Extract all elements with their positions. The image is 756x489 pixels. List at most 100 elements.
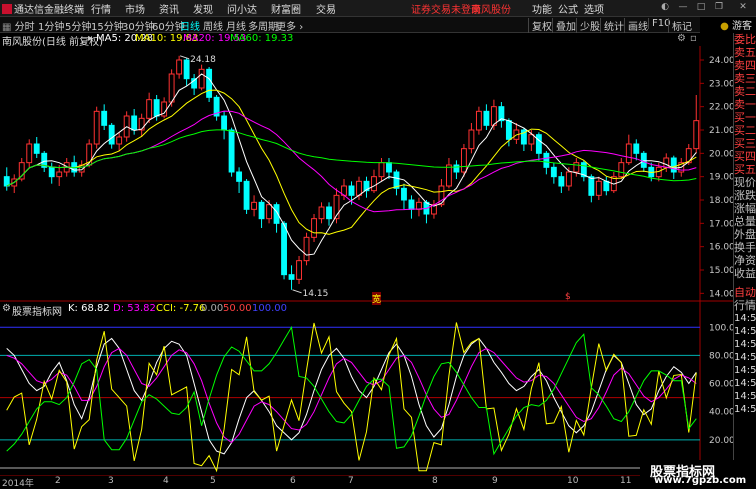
side-time: 14:56 (734, 404, 756, 415)
cci-value: CCI: -7.76 (156, 303, 206, 314)
level-100: 100.00 (252, 303, 287, 314)
side-time: 14:56 (734, 313, 756, 324)
candle-body (138, 117, 145, 131)
close-icon[interactable]: ✕ (738, 2, 748, 12)
date-label: 11 (620, 476, 632, 486)
price-tick-label: 21.00 (709, 126, 733, 136)
date-label: 6 (290, 476, 296, 486)
event-marker-2[interactable]: $ (565, 292, 571, 302)
high-label: 24.18 (190, 55, 216, 65)
candle-body (558, 176, 565, 187)
candle-body (303, 236, 310, 262)
ma5-line (6, 73, 697, 256)
candle-body (206, 68, 213, 98)
side-label: 买四 (734, 150, 756, 163)
candle-body (625, 143, 632, 164)
side-time: 14:56 (734, 378, 756, 389)
side-label: 委比 (734, 33, 756, 46)
indicator-tick-label: 60.00 (709, 380, 733, 390)
date-axis: 2014年 2 3 4 5 6 7 8 9 10 11 (0, 476, 700, 489)
candle-body (198, 68, 205, 89)
candle-body (663, 157, 670, 168)
candle-body (326, 206, 332, 220)
low-label: 14.15 (303, 289, 329, 299)
side-label: 净资 (734, 254, 756, 267)
event-marker-1[interactable]: 宽 (372, 292, 382, 305)
price-tick-label: 18.00 (709, 196, 733, 206)
date-label: 4 (163, 476, 169, 486)
side-quotes[interactable]: 行情 (734, 299, 756, 312)
guest-label: 游客 (732, 21, 752, 32)
aux-line (6, 325, 697, 456)
side-label: 卖四 (734, 59, 756, 72)
d-value: D: 53.82 (113, 303, 156, 314)
candle-body (146, 99, 153, 119)
price-tick-label: 22.00 (709, 103, 733, 113)
date-label: 7 (348, 476, 354, 486)
side-auto[interactable]: 自动 (734, 286, 756, 299)
side-time: 14:56 (734, 326, 756, 337)
indicator-name: 股票指标网 (12, 307, 62, 318)
candle-body (56, 171, 63, 178)
candle-body (588, 176, 595, 196)
date-label: 9 (492, 476, 498, 486)
candle-body (33, 143, 40, 154)
date-label: 2014年 (2, 479, 34, 489)
candle-body (183, 59, 190, 80)
candle-body (266, 204, 272, 220)
side-label: 卖三 (734, 72, 756, 85)
k-value: K: 68.82 (68, 303, 110, 314)
kline-chart[interactable]: 24.00 23.00 22.00 21.00 20.00 19.00 18.00 17.00… (0, 0, 733, 476)
candle-body (101, 110, 108, 126)
candle-body (281, 222, 287, 276)
indicator-panel: 100.00 80.00 60.00 40.00 20.00 (0, 322, 733, 473)
indicator-tick-label: 40.00 (709, 408, 733, 418)
side-label: 外盘 (734, 228, 756, 241)
d-line (6, 347, 697, 444)
candle-body (296, 260, 302, 280)
candle-body (408, 199, 415, 210)
candle-body (633, 143, 640, 154)
side-label: 收益 (734, 267, 756, 280)
candle-body (595, 180, 602, 196)
candle-body (356, 180, 362, 196)
candle-body (475, 110, 482, 131)
candle-body (168, 73, 175, 103)
watermark: 股票指标网 www.7gpzb.com (640, 460, 756, 487)
candle-body (618, 162, 625, 178)
date-label: 2 (55, 476, 61, 486)
candle-body (153, 99, 160, 117)
side-label: 总量 (734, 215, 756, 228)
candle-body (378, 162, 385, 178)
side-label: 买三 (734, 137, 756, 150)
candle-body (453, 164, 460, 173)
candle-body (228, 129, 235, 173)
candle-body (48, 166, 55, 178)
candle-body (505, 120, 512, 140)
side-time: 14:56 (734, 352, 756, 363)
candle-body (693, 120, 700, 150)
date-label: 10 (567, 476, 579, 486)
candle-body (468, 129, 475, 150)
chart-grid (0, 46, 733, 476)
candle-body (371, 176, 377, 192)
date-label: 3 (108, 476, 114, 486)
candle-body (236, 171, 243, 182)
price-tick-label: 14.00 (709, 289, 733, 299)
candle-body (18, 162, 25, 180)
indicator-tick-label: 20.00 (709, 436, 733, 446)
candle-body (603, 180, 610, 192)
high-pointer (179, 55, 190, 60)
quote-side-panel: 委比 卖五 卖四 卖三 卖二 卖一 买一 买二 买三 买四 买五 现价 涨跌 涨幅 总量 外盘 换手 净资 收益 自… (733, 33, 756, 487)
watermark-url: www.7gpzb.com (654, 475, 747, 486)
side-time: 14:56 (734, 339, 756, 350)
candle-body (535, 134, 542, 154)
candle-body (670, 157, 677, 173)
candle-body (93, 110, 100, 145)
side-label: 涨幅 (734, 202, 756, 215)
candle-body (416, 201, 422, 210)
side-label: 卖二 (734, 85, 756, 98)
candle-body (251, 201, 258, 210)
side-label: 涨跌 (734, 189, 756, 202)
indicator-gear-icon[interactable]: ⚙ (2, 303, 11, 314)
